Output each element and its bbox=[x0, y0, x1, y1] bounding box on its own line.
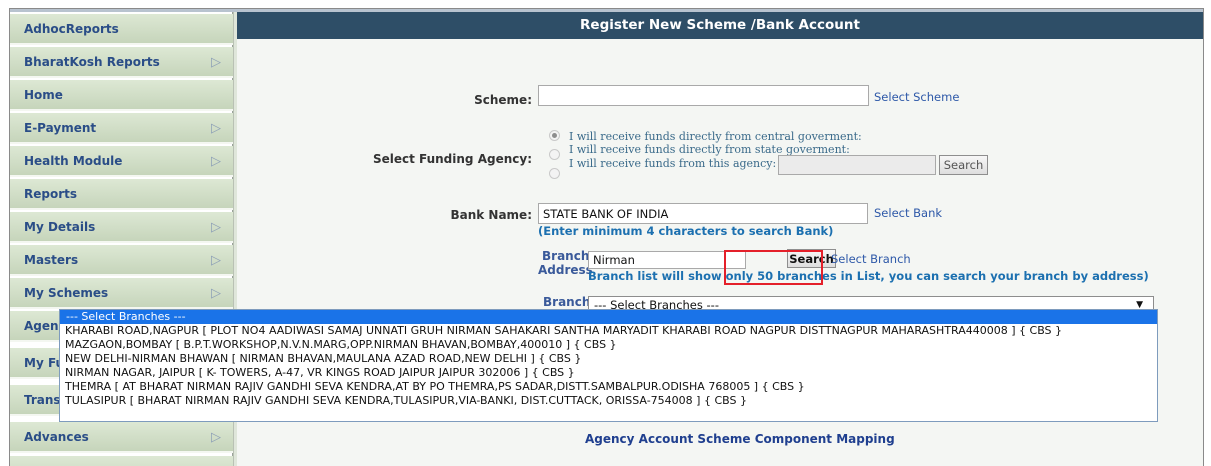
chevron-right-icon: ▷ bbox=[211, 286, 221, 301]
agency-mapping-link[interactable]: Agency Account Scheme Component Mapping bbox=[585, 432, 895, 446]
chevron-right-icon: ▷ bbox=[211, 430, 221, 445]
sidebar-item[interactable]: Reports bbox=[10, 179, 233, 210]
dropdown-option[interactable]: MAZGAON,BOMBAY [ B.P.T.WORKSHOP,N.V.N.MA… bbox=[60, 338, 1157, 352]
sidebar-item[interactable]: My Details ▷ bbox=[10, 212, 233, 243]
branch-address-input[interactable] bbox=[588, 251, 746, 269]
chevron-right-icon: ▷ bbox=[211, 253, 221, 268]
dropdown-option[interactable]: THEMRA [ AT BHARAT NIRMAN RAJIV GANDHI S… bbox=[60, 380, 1157, 394]
scheme-input[interactable] bbox=[538, 85, 869, 106]
sidebar-item[interactable]: Health Module ▷ bbox=[10, 146, 233, 177]
sidebar-item[interactable]: Home bbox=[10, 80, 233, 111]
chevron-right-icon: ▷ bbox=[211, 456, 221, 466]
sidebar-item-label: Health Module bbox=[24, 154, 123, 168]
select-scheme-link[interactable]: Select Scheme bbox=[874, 90, 959, 104]
sidebar-item-label: AdhocReports bbox=[24, 22, 119, 36]
sidebar-item-label: Masters bbox=[24, 253, 79, 267]
sidebar-item-label: E-Payment bbox=[24, 121, 97, 135]
select-branch-link[interactable]: Select Branch bbox=[831, 252, 911, 266]
sidebar-item[interactable]: My Schemes ▷ bbox=[10, 278, 233, 309]
radio-central[interactable] bbox=[549, 130, 560, 141]
sidebar-item-label: My Schemes bbox=[24, 286, 109, 300]
sidebar-item[interactable]: AdhocReports bbox=[10, 14, 233, 45]
sidebar-item-label: BharatKosh Reports bbox=[24, 55, 160, 69]
branch-address-label-1: Branch bbox=[542, 249, 590, 263]
bank-name-label: Bank Name: bbox=[450, 208, 532, 222]
dropdown-option[interactable]: KHARABI ROAD,NAGPUR [ PLOT NO4 AADIWASI … bbox=[60, 324, 1157, 338]
select-bank-link[interactable]: Select Bank bbox=[874, 206, 942, 220]
sidebar-item-label: Reports bbox=[24, 187, 78, 201]
chevron-right-icon: ▷ bbox=[211, 220, 221, 235]
highlight-box bbox=[724, 250, 823, 285]
bank-name-input[interactable] bbox=[538, 203, 868, 224]
branch-address-label-2: Address bbox=[538, 263, 593, 277]
sidebar-item[interactable]: BharatKosh Reports ▷ bbox=[10, 47, 233, 78]
dropdown-option[interactable]: NIRMAN NAGAR, JAIPUR [ K- TOWERS, A-47, … bbox=[60, 366, 1157, 380]
radio-state[interactable] bbox=[549, 149, 560, 160]
sidebar-item[interactable]: Masters ▷ bbox=[10, 245, 233, 276]
sidebar-item-label: Advances bbox=[24, 430, 89, 444]
sidebar-item[interactable]: E-Payment ▷ bbox=[10, 113, 233, 144]
radio-agency[interactable] bbox=[549, 168, 560, 179]
scheme-label: Scheme: bbox=[474, 93, 532, 107]
chevron-right-icon: ▷ bbox=[211, 121, 221, 136]
sidebar-item[interactable]: Advances ▷ bbox=[10, 422, 233, 453]
funding-agency-label: Select Funding Agency: bbox=[372, 152, 532, 166]
agency-search-button[interactable]: Search bbox=[939, 155, 988, 175]
chevron-right-icon: ▷ bbox=[211, 55, 221, 70]
radio-agency-label: I will receive funds from this agency: bbox=[569, 157, 777, 170]
dropdown-option[interactable]: TULASIPUR [ BHARAT NIRMAN RAJIV GANDHI S… bbox=[60, 394, 1157, 408]
sidebar-item-label: My Details bbox=[24, 220, 96, 234]
radio-central-label: I will receive funds directly from centr… bbox=[569, 130, 862, 143]
sidebar-item-label: Home bbox=[24, 88, 63, 102]
agency-input[interactable] bbox=[778, 155, 936, 175]
bank-hint: (Enter minimum 4 characters to search Ba… bbox=[538, 224, 834, 238]
page-title: Register New Scheme /Bank Account bbox=[237, 12, 1203, 39]
chevron-right-icon: ▷ bbox=[211, 154, 221, 169]
sidebar-item[interactable]: ▷ bbox=[10, 456, 233, 466]
dropdown-option[interactable]: NEW DELHI-NIRMAN BHAWAN [ NIRMAN BHAVAN,… bbox=[60, 352, 1157, 366]
dropdown-option-highlighted[interactable]: --- Select Branches --- bbox=[60, 310, 1157, 324]
branch-hint: Branch list will show only 50 branches i… bbox=[588, 269, 1149, 283]
branch-dropdown-list: --- Select Branches --- KHARABI ROAD,NAG… bbox=[59, 309, 1158, 422]
